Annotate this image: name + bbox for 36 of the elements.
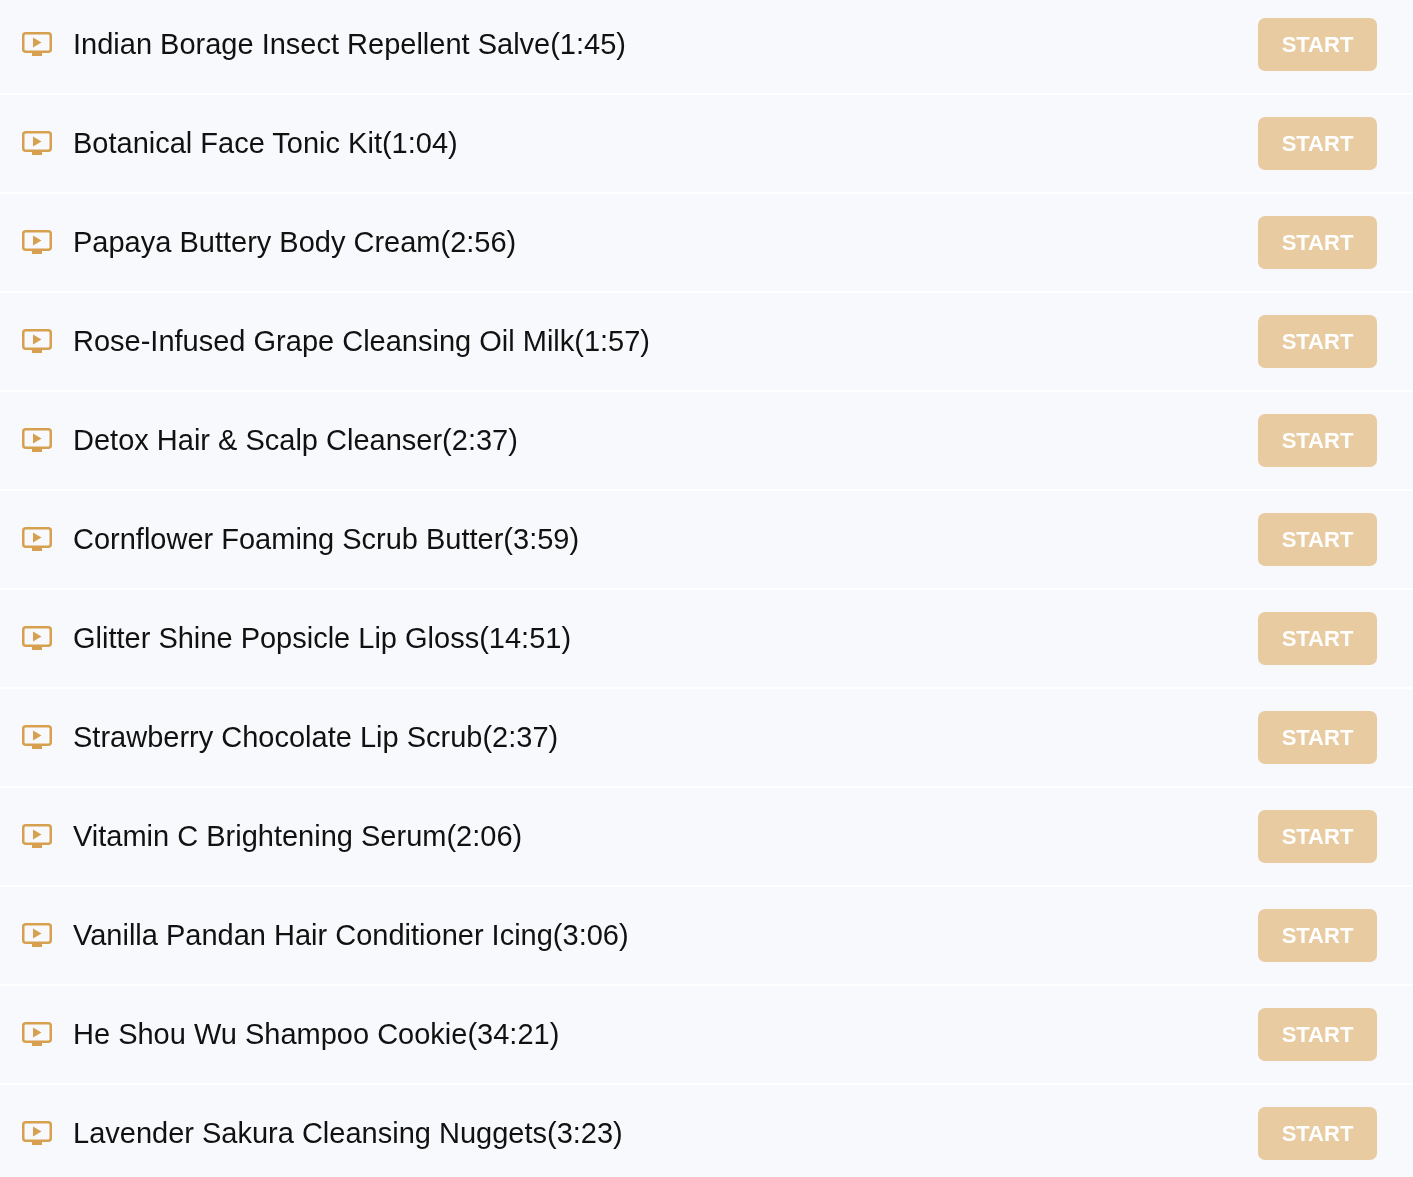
video-monitor-icon [22, 923, 52, 948]
lesson-title: Papaya Buttery Body Cream(2:56) [73, 224, 517, 260]
start-button[interactable]: START [1258, 216, 1377, 269]
lesson-title: Botanical Face Tonic Kit(1:04) [73, 125, 458, 161]
video-monitor-icon [22, 32, 52, 57]
start-button[interactable]: START [1258, 315, 1377, 368]
start-button[interactable]: START [1258, 711, 1377, 764]
video-monitor-icon [22, 725, 52, 750]
video-monitor-icon [22, 1022, 52, 1047]
video-monitor-icon [22, 824, 52, 849]
lesson-title: Vanilla Pandan Hair Conditioner Icing(3:06) [73, 917, 629, 953]
video-monitor-icon [22, 428, 52, 453]
video-monitor-icon [22, 626, 52, 651]
start-button[interactable]: START [1258, 117, 1377, 170]
video-monitor-icon [22, 329, 52, 354]
lesson-title: Rose-Infused Grape Cleansing Oil Milk(1:57) [73, 323, 651, 359]
lesson-title: Strawberry Chocolate Lip Scrub(2:37) [73, 719, 559, 755]
start-button[interactable]: START [1258, 909, 1377, 962]
start-button[interactable]: START [1258, 414, 1377, 467]
start-button[interactable]: START [1258, 1008, 1377, 1061]
lesson-title: Lavender Sakura Cleansing Nuggets(3:23) [73, 1115, 623, 1151]
video-monitor-icon [22, 527, 52, 552]
video-monitor-icon [22, 230, 52, 255]
start-button[interactable]: START [1258, 1107, 1377, 1160]
start-button[interactable]: START [1258, 612, 1377, 665]
lesson-title: He Shou Wu Shampoo Cookie(34:21) [73, 1016, 560, 1052]
lesson-title: Glitter Shine Popsicle Lip Gloss(14:51) [73, 620, 572, 656]
lesson-title: Detox Hair & Scalp Cleanser(2:37) [73, 422, 518, 458]
start-button[interactable]: START [1258, 810, 1377, 863]
lesson-title: Cornflower Foaming Scrub Butter(3:59) [73, 521, 580, 557]
start-button[interactable]: START [1258, 513, 1377, 566]
video-monitor-icon [22, 131, 52, 156]
start-button[interactable]: START [1258, 18, 1377, 71]
lesson-title: Vitamin C Brightening Serum(2:06) [73, 818, 523, 854]
lesson-title: Indian Borage Insect Repellent Salve(1:45) [73, 26, 626, 62]
video-monitor-icon [22, 1121, 52, 1146]
